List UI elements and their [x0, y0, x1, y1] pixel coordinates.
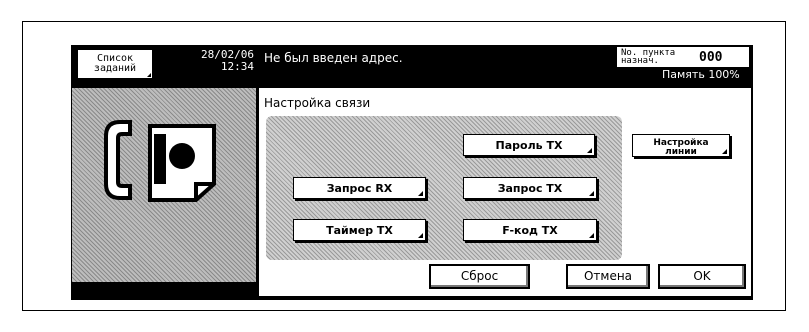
destination-counter: No. пункта назнач.: [617, 47, 749, 67]
line-settings-button[interactable]: Настройка линии: [632, 134, 730, 157]
timer-tx-button[interactable]: Таймер TX: [293, 219, 426, 241]
ok-button[interactable]: OK: [658, 264, 746, 289]
status-message: Не был введен адрес.: [264, 51, 403, 65]
job-list-button[interactable]: Список заданий: [77, 49, 153, 79]
panel-title: Настройка связи: [264, 96, 371, 110]
password-tx-button[interactable]: Пароль TX: [463, 134, 595, 156]
dest-count: 000: [699, 50, 723, 65]
line-settings-label-line2: линии: [665, 147, 697, 157]
date-time: 28/02/06 12:34: [162, 49, 254, 73]
time: 12:34: [220, 60, 254, 73]
fax-icon: [104, 120, 216, 202]
f-code-tx-button[interactable]: F-код TX: [463, 219, 597, 241]
job-list-label-line2: заданий: [93, 63, 137, 74]
polling-tx-button[interactable]: Запрос TX: [463, 177, 597, 199]
dest-label-line2: назнач.: [621, 56, 659, 66]
reset-button[interactable]: Сброс: [429, 264, 530, 289]
polling-rx-button[interactable]: Запрос RX: [293, 177, 426, 199]
cancel-button[interactable]: Отмена: [566, 264, 650, 289]
memory-status: Память 100%: [662, 68, 740, 81]
